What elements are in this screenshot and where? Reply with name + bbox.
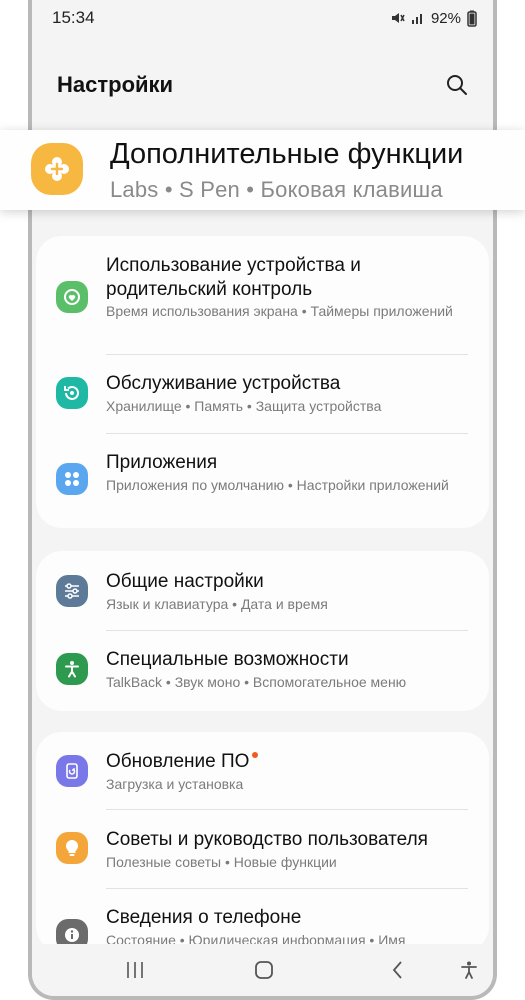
- page-title: Настройки: [57, 72, 174, 97]
- list-item-title: Обслуживание устройства: [106, 373, 341, 394]
- battery-icon: [467, 10, 477, 27]
- list-item-tips[interactable]: Советы и руководство пользователя Полезн…: [36, 810, 489, 888]
- mute-icon: [391, 11, 405, 25]
- list-item-subtitle: Время использования экрана • Таймеры при…: [106, 303, 453, 319]
- list-item-title: Сведения о телефоне: [106, 907, 302, 928]
- list-item-software-update[interactable]: Обновление ПО Загрузка и установка: [36, 732, 489, 809]
- status-time: 15:34: [52, 8, 95, 27]
- accessibility-icon: [56, 653, 88, 685]
- search-icon[interactable]: [443, 71, 471, 99]
- list-item-subtitle: Язык и клавиатура • Дата и время: [106, 596, 328, 612]
- back-icon[interactable]: [383, 958, 413, 982]
- list-item-subtitle: Загрузка и установка: [106, 776, 244, 792]
- list-item-title: Советы и руководство пользователя: [106, 829, 428, 850]
- list-item-device-care[interactable]: Обслуживание устройства Хранилище • Памя…: [36, 355, 489, 433]
- navigation-bar: [32, 944, 493, 996]
- settings-group-1: Использование устройства и родительский …: [36, 236, 489, 528]
- list-item-subtitle: Полезные советы • Новые функции: [106, 854, 337, 870]
- sliders-icon: [56, 575, 88, 607]
- list-item-title: Специальные возможности: [106, 649, 349, 670]
- settings-group-3: Обновление ПО Загрузка и установка Совет…: [36, 732, 489, 952]
- list-item-subtitle: Приложения по умолчанию • Настройки прил…: [106, 477, 449, 493]
- list-item-title: Обновление ПО: [106, 750, 473, 774]
- header: Настройки: [32, 60, 493, 110]
- accessibility-shortcut-icon[interactable]: [454, 958, 484, 982]
- status-bar: 15:34 92%: [32, 0, 493, 36]
- signal-icon: [411, 11, 425, 25]
- list-item-device-usage[interactable]: Использование устройства и родительский …: [36, 236, 489, 354]
- list-item-title-text: Обновление ПО: [106, 751, 250, 772]
- list-item-apps[interactable]: Приложения Приложения по умолчанию • Нас…: [36, 434, 489, 528]
- list-item-subtitle: TalkBack • Звук моно • Вспомогательное м…: [106, 674, 407, 690]
- device-care-icon: [56, 377, 88, 409]
- list-item-accessibility[interactable]: Специальные возможности TalkBack • Звук …: [36, 631, 489, 711]
- list-item-subtitle: Хранилище • Память • Защита устройства: [106, 398, 382, 414]
- home-icon[interactable]: [249, 958, 279, 982]
- apps-icon: [56, 463, 88, 495]
- plus-gear-icon: [31, 143, 83, 195]
- list-item-title: Общие настройки: [106, 571, 264, 592]
- list-item-title: Приложения: [106, 452, 218, 473]
- list-item-general[interactable]: Общие настройки Язык и клавиатура • Дата…: [36, 551, 489, 630]
- lightbulb-icon: [56, 832, 88, 864]
- advanced-features-subtitle: Labs • S Pen • Боковая клавиша: [110, 177, 443, 202]
- recent-apps-icon[interactable]: [120, 958, 150, 982]
- list-item-about-phone[interactable]: Сведения о телефоне Состояние • Юридичес…: [36, 889, 489, 952]
- software-update-icon: [56, 755, 88, 787]
- battery-text: 92%: [430, 9, 461, 27]
- list-item-title: Использование устройства и родительский …: [106, 255, 361, 300]
- digital-wellbeing-icon: [56, 281, 88, 313]
- notification-badge: [252, 752, 259, 758]
- settings-group-2: Общие настройки Язык и клавиатура • Дата…: [36, 551, 489, 711]
- advanced-features-title: Дополнительные функции: [110, 138, 464, 170]
